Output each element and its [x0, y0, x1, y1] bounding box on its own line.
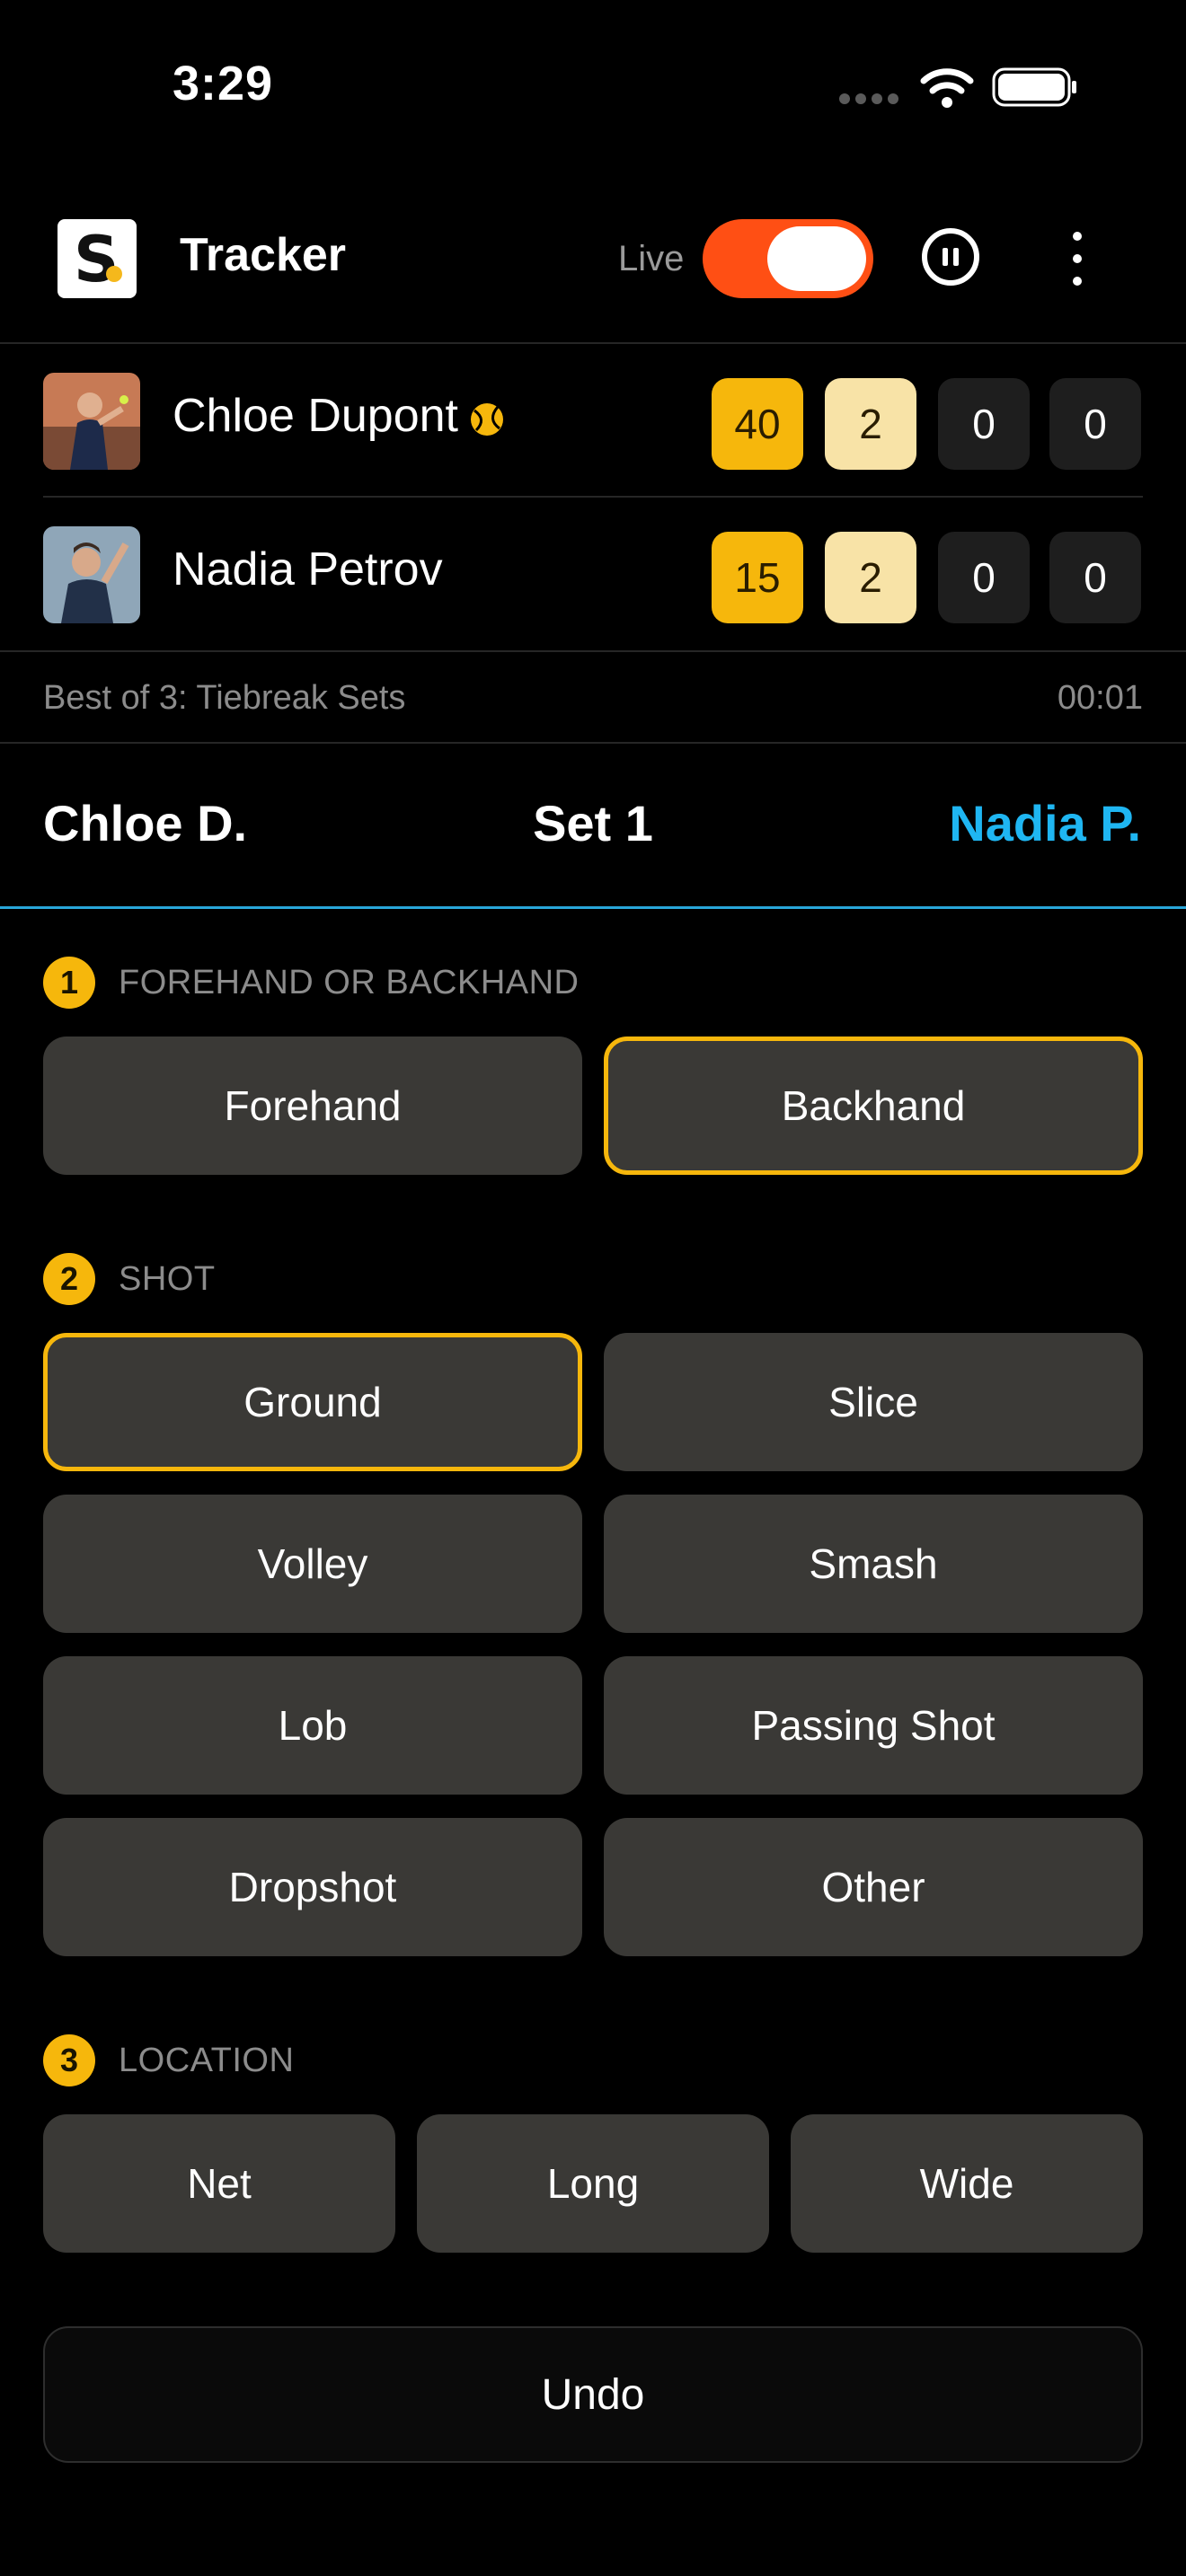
section-title: LOCATION [119, 2041, 295, 2079]
more-options-icon[interactable] [1064, 232, 1091, 286]
status-time: 3:29 [173, 57, 274, 110]
player-avatar [43, 526, 140, 623]
player-avatar [43, 373, 140, 470]
player-name: Nadia Petrov [173, 543, 443, 595]
player-row: Chloe Dupont 40 2 0 0 [0, 344, 1186, 497]
app-title: Tracker [180, 229, 347, 281]
option-net[interactable]: Net [43, 2114, 395, 2253]
option-forehand[interactable]: Forehand [43, 1037, 582, 1175]
option-backhand[interactable]: Backhand [604, 1037, 1143, 1175]
cellular-signal-icon [839, 93, 898, 104]
section-header-location: 3 LOCATION [43, 2033, 294, 2087]
game-score: 15 [712, 532, 803, 623]
set2-score: 0 [938, 532, 1030, 623]
option-slice[interactable]: Slice [604, 1333, 1143, 1471]
serving-ball-icon [471, 403, 503, 436]
set3-score: 0 [1049, 378, 1141, 470]
set2-score: 0 [938, 378, 1030, 470]
set1-score: 2 [825, 532, 916, 623]
option-smash[interactable]: Smash [604, 1495, 1143, 1633]
option-dropshot[interactable]: Dropshot [43, 1818, 582, 1956]
app-header: S Tracker Live [0, 207, 1186, 341]
option-volley[interactable]: Volley [43, 1495, 582, 1633]
step-badge: 3 [43, 2034, 95, 2086]
live-label: Live [618, 239, 685, 278]
battery-icon [992, 67, 1076, 107]
live-toggle[interactable] [703, 219, 873, 298]
option-wide[interactable]: Wide [791, 2114, 1143, 2253]
set3-score: 0 [1049, 532, 1141, 623]
player-row: Nadia Petrov 15 2 0 0 [0, 498, 1186, 650]
step-badge: 2 [43, 1253, 95, 1305]
app-logo: S [58, 219, 137, 298]
set1-score: 2 [825, 378, 916, 470]
section-title: SHOT [119, 1259, 216, 1298]
player-right-label[interactable]: Nadia P. [949, 794, 1141, 852]
match-format-row: Best of 3: Tiebreak Sets 00:01 [0, 652, 1186, 742]
option-ground[interactable]: Ground [43, 1333, 582, 1471]
logo-letter: S [74, 223, 119, 296]
undo-button[interactable]: Undo [43, 2326, 1143, 2463]
match-format: Best of 3: Tiebreak Sets [43, 679, 406, 717]
pause-button[interactable] [922, 228, 979, 286]
step-badge: 1 [43, 957, 95, 1009]
option-lob[interactable]: Lob [43, 1656, 582, 1795]
status-bar: 3:29 [0, 0, 1186, 171]
section-header-stroke: 1 FOREHAND OR BACKHAND [43, 956, 580, 1010]
option-passing-shot[interactable]: Passing Shot [604, 1656, 1143, 1795]
set-header: Chloe D. Set 1 Nadia P. [0, 744, 1186, 909]
section-title: FOREHAND OR BACKHAND [119, 963, 580, 1001]
option-long[interactable]: Long [417, 2114, 769, 2253]
match-timer: 00:01 [1057, 679, 1143, 717]
wifi-icon [920, 68, 974, 108]
player-name: Chloe Dupont [173, 390, 458, 442]
game-score: 40 [712, 378, 803, 470]
section-header-shot: 2 SHOT [43, 1252, 216, 1306]
option-other[interactable]: Other [604, 1818, 1143, 1956]
logo-ball-icon [106, 266, 122, 282]
toggle-knob [767, 226, 866, 291]
